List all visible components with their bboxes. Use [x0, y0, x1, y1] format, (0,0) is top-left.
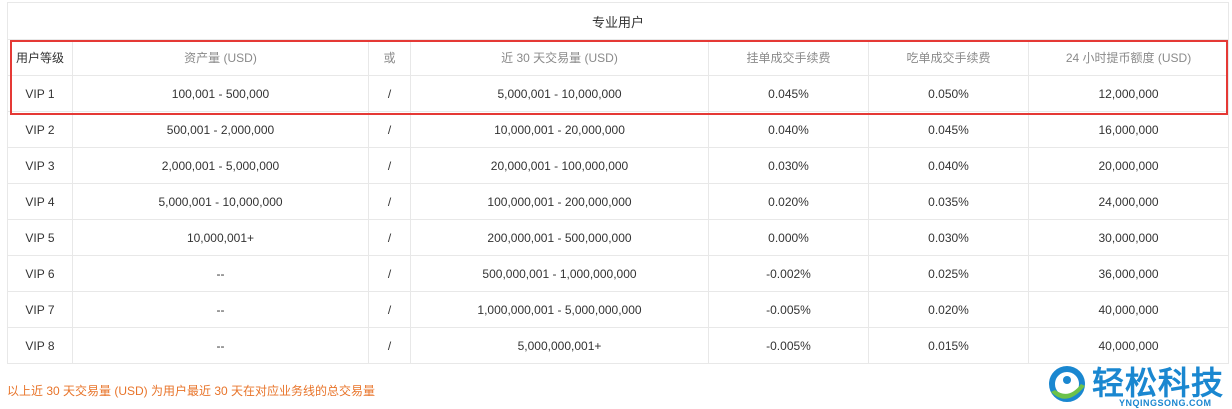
table-row: VIP 7 --/1,000,000,001 - 5,000,000,000 -0.… — [7, 291, 1230, 328]
vip-fee-table: 专业用户 用户等级 资产量 (USD) 或 近 30 天交易量 (USD) 挂单… — [6, 2, 1230, 364]
table-cell: 100,001 - 500,000 — [72, 75, 369, 112]
table-row: VIP 8 --/5,000,000,001+ -0.005% 0.015% 40,00… — [7, 327, 1230, 364]
table-cell: -0.005% — [708, 291, 869, 328]
table-cell: / — [368, 147, 411, 184]
header-user-level: 用户等级 — [7, 39, 73, 76]
table-cell: VIP 6 — [7, 255, 73, 292]
header-asset-amount: 资产量 (USD) — [72, 39, 369, 76]
table-cell: 0.015% — [868, 327, 1029, 364]
table-row: VIP 1 100,001 - 500,000/5,000,001 - 10,00… — [7, 75, 1230, 112]
table-cell: -0.002% — [708, 255, 869, 292]
table-cell: 36,000,000 — [1027, 255, 1230, 292]
table-header-row: 用户等级 资产量 (USD) 或 近 30 天交易量 (USD) 挂单成交手续费… — [7, 39, 1230, 76]
table-cell: VIP 7 — [7, 291, 73, 328]
table-cell: / — [368, 111, 411, 148]
table-cell: 30,000,000 — [1027, 219, 1230, 256]
table-cell: -- — [72, 255, 369, 292]
table-cell: / — [368, 75, 411, 112]
table-cell: 0.040% — [868, 147, 1029, 184]
table-cell: / — [368, 183, 411, 220]
table-cell: 0.030% — [708, 147, 869, 184]
table-cell: 100,000,001 - 200,000,000 — [410, 183, 709, 220]
footnote-text: 以上近 30 天交易量 (USD) 为用户最近 30 天在对应业务线的总交易量 — [7, 384, 376, 398]
table-row: VIP 4 5,000,001 - 10,000,000/100,000,001 … — [7, 183, 1230, 220]
table-cell: VIP 1 — [7, 75, 73, 112]
table-cell: VIP 8 — [7, 327, 73, 364]
watermark-emblem-icon — [1049, 366, 1085, 402]
table-row: VIP 5 10,000,001+/200,000,001 - 500,000,0… — [7, 219, 1230, 256]
table-row: VIP 2 500,001 - 2,000,000/10,000,001 - 20… — [7, 111, 1230, 148]
header-maker-fee: 挂单成交手续费 — [708, 39, 869, 76]
table-cell: 0.000% — [708, 219, 869, 256]
watermark-subtext: YNQINGSONG.COM — [1119, 398, 1212, 408]
header-or: 或 — [368, 39, 411, 76]
table-cell: 0.045% — [708, 75, 869, 112]
table-cell: VIP 5 — [7, 219, 73, 256]
table-row: VIP 3 2,000,001 - 5,000,000/20,000,001 - … — [7, 147, 1230, 184]
header-taker-fee: 吃单成交手续费 — [868, 39, 1029, 76]
fee-table-container: 专业用户 用户等级 资产量 (USD) 或 近 30 天交易量 (USD) 挂单… — [6, 2, 1230, 364]
header-withdraw-limit: 24 小时提币额度 (USD) — [1027, 39, 1230, 76]
table-cell: -0.005% — [708, 327, 869, 364]
table-title: 专业用户 — [6, 2, 1230, 40]
table-cell: 0.020% — [868, 291, 1029, 328]
table-cell: 200,000,001 - 500,000,000 — [410, 219, 709, 256]
table-cell: 0.030% — [868, 219, 1029, 256]
table-cell: 5,000,000,001+ — [410, 327, 709, 364]
table-cell: -- — [72, 291, 369, 328]
table-cell: 0.035% — [868, 183, 1029, 220]
table-cell: / — [368, 255, 411, 292]
table-cell: 5,000,001 - 10,000,000 — [410, 75, 709, 112]
table-cell: / — [368, 219, 411, 256]
table-cell: 10,000,001+ — [72, 219, 369, 256]
table-cell: VIP 2 — [7, 111, 73, 148]
table-cell: -- — [72, 327, 369, 364]
table-title-row: 专业用户 — [6, 2, 1230, 40]
table-cell: 24,000,000 — [1027, 183, 1230, 220]
table-cell: 5,000,001 - 10,000,000 — [72, 183, 369, 220]
table-cell: / — [368, 291, 411, 328]
table-cell: / — [368, 327, 411, 364]
table-cell: 16,000,000 — [1027, 111, 1230, 148]
table-row: VIP 6 --/500,000,001 - 1,000,000,000 -0.00… — [7, 255, 1230, 292]
table-cell: 0.020% — [708, 183, 869, 220]
table-cell: 20,000,001 - 100,000,000 — [410, 147, 709, 184]
table-cell: 20,000,000 — [1027, 147, 1230, 184]
table-cell: 40,000,000 — [1027, 291, 1230, 328]
table-cell: 12,000,000 — [1027, 75, 1230, 112]
watermark-logo: 轻松科技 YNQINGSONG.COM — [1047, 362, 1229, 408]
table-cell: VIP 4 — [7, 183, 73, 220]
table-cell: VIP 3 — [7, 147, 73, 184]
header-30d-volume: 近 30 天交易量 (USD) — [410, 39, 709, 76]
table-cell: 2,000,001 - 5,000,000 — [72, 147, 369, 184]
table-cell: 1,000,000,001 - 5,000,000,000 — [410, 291, 709, 328]
table-cell: 500,000,001 - 1,000,000,000 — [410, 255, 709, 292]
table-cell: 0.025% — [868, 255, 1029, 292]
table-cell: 0.050% — [868, 75, 1029, 112]
table-cell: 500,001 - 2,000,000 — [72, 111, 369, 148]
table-cell: 0.045% — [868, 111, 1029, 148]
table-cell: 0.040% — [708, 111, 869, 148]
table-cell: 10,000,001 - 20,000,000 — [410, 111, 709, 148]
